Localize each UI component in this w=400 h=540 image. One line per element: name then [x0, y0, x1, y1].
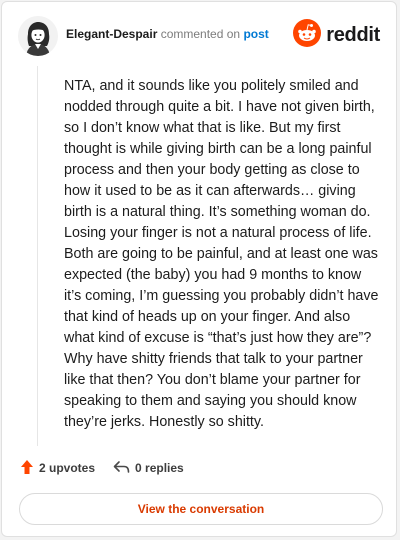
post-link[interactable]: post — [243, 27, 268, 41]
upvote-button[interactable]: 2 upvotes — [20, 459, 95, 478]
upvote-count: 2 upvotes — [39, 461, 96, 475]
comment-body: NTA, and it sounds like you politely smi… — [64, 78, 379, 430]
comment-card: Elegant-Despair commented on post reddit — [1, 1, 397, 537]
username-link[interactable]: Elegant-Despair — [66, 27, 157, 41]
thread-line — [37, 66, 38, 446]
reddit-snoo-icon — [293, 18, 322, 52]
commented-on-label: commented on — [160, 27, 241, 41]
reply-button[interactable]: 0 replies — [113, 460, 184, 477]
reply-count: 0 replies — [135, 461, 184, 475]
upvote-arrow-icon — [20, 459, 34, 478]
comment-header: Elegant-Despair commented on post reddit — [2, 2, 396, 70]
reply-arrow-icon — [113, 460, 130, 477]
reddit-wordmark: reddit — [326, 23, 380, 46]
comment-meta: Elegant-Despair commented on post — [66, 27, 269, 42]
comment-actions: 2 upvotes 0 replies — [20, 459, 202, 477]
view-conversation-button[interactable]: View the conversation — [19, 493, 383, 525]
user-avatar-icon[interactable] — [18, 16, 58, 56]
reddit-brand[interactable]: reddit — [293, 18, 380, 52]
